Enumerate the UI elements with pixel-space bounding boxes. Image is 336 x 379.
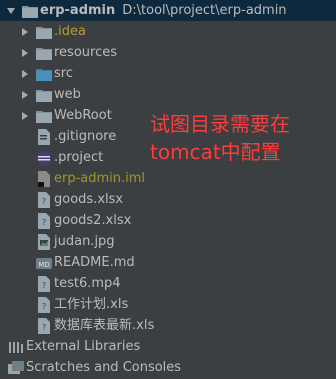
tree-item-label: goods2.xlsx [54,213,132,228]
tree-item-label: 工作计划.xls [54,297,129,312]
tree-item-work-plan-xls[interactable]: ? 工作计划.xls [0,294,336,315]
tree-item-label: .idea [54,24,86,39]
file-icon: ? [36,317,52,334]
svg-text:?: ? [42,323,46,332]
tree-item-test6-mp4[interactable]: ? test6.mp4 [0,273,336,294]
svg-text:?: ? [42,281,46,290]
tree-item-db-table-xls[interactable]: ? 数据库表最新.xls [0,315,336,336]
chevron-right-icon[interactable] [18,109,32,123]
tree-item-resources[interactable]: resources [0,42,336,63]
annotation-note: 试图目录需要在 tomcat中配置 [150,110,290,166]
project-tree: erp-admin D:\tool\project\erp-admin .ide… [0,0,336,379]
eclipse-project-icon [36,150,52,166]
tree-root-erp-admin[interactable]: erp-admin D:\tool\project\erp-admin [0,0,336,21]
tree-item-label: goods.xlsx [54,192,124,207]
tree-item-goods-xlsx[interactable]: ? goods.xlsx [0,189,336,210]
file-icon: ? [36,212,52,229]
tree-item-iml[interactable]: erp-admin.iml [0,168,336,189]
chevron-right-icon[interactable] [18,46,32,60]
tree-item-label: test6.mp4 [54,276,121,291]
tree-item-goods2-xlsx[interactable]: ? goods2.xlsx [0,210,336,231]
project-path: D:\tool\project\erp-admin [122,3,287,18]
tree-item-label: judan.jpg [54,234,115,249]
svg-text:?: ? [42,218,46,227]
chevron-right-icon[interactable] [18,88,32,102]
tree-item-label: src [54,66,73,81]
tree-item-label: resources [54,45,118,60]
tree-item-readme[interactable]: MD README.md [0,252,336,273]
annotation-line-1: 试图目录需要在 [150,112,290,136]
tree-item-web[interactable]: web [0,84,336,105]
external-libraries-label: External Libraries [26,339,141,354]
tree-item-label: .project [54,150,104,165]
file-icon: ? [36,296,52,313]
iml-file-icon [36,170,52,187]
scratches-label: Scratches and Consoles [26,360,182,375]
tree-item-scratches[interactable]: Scratches and Consoles [0,357,336,378]
source-folder-icon [36,66,52,82]
svg-text:?: ? [42,302,46,311]
markdown-file-icon: MD [36,255,52,271]
tree-item-label: 数据库表最新.xls [54,318,155,333]
folder-icon [36,24,52,40]
image-file-icon [36,233,52,250]
folder-icon [36,45,52,61]
tree-item-label: WebRoot [54,108,112,123]
project-name: erp-admin [40,3,116,18]
folder-icon [22,3,38,19]
svg-text:MD: MD [38,261,49,269]
svg-text:?: ? [42,197,46,206]
file-icon [36,128,52,145]
scratches-icon [8,360,24,376]
tree-item-idea[interactable]: .idea [0,21,336,42]
file-icon: ? [36,191,52,208]
tree-item-external-libraries[interactable]: External Libraries [0,336,336,357]
chevron-right-icon[interactable] [18,67,32,81]
chevron-down-icon[interactable] [4,4,18,18]
tree-item-src[interactable]: src [0,63,336,84]
tree-item-judan-jpg[interactable]: judan.jpg [0,231,336,252]
folder-icon [36,87,52,103]
folder-icon [36,108,52,124]
chevron-right-icon[interactable] [18,25,32,39]
libraries-icon [8,339,24,355]
tree-item-label: .gitignore [54,129,117,144]
tree-item-label: web [54,87,81,102]
file-icon: ? [36,275,52,292]
tree-item-label: erp-admin.iml [54,171,146,186]
annotation-line-2: tomcat中配置 [150,140,281,164]
tree-item-label: README.md [54,255,135,270]
